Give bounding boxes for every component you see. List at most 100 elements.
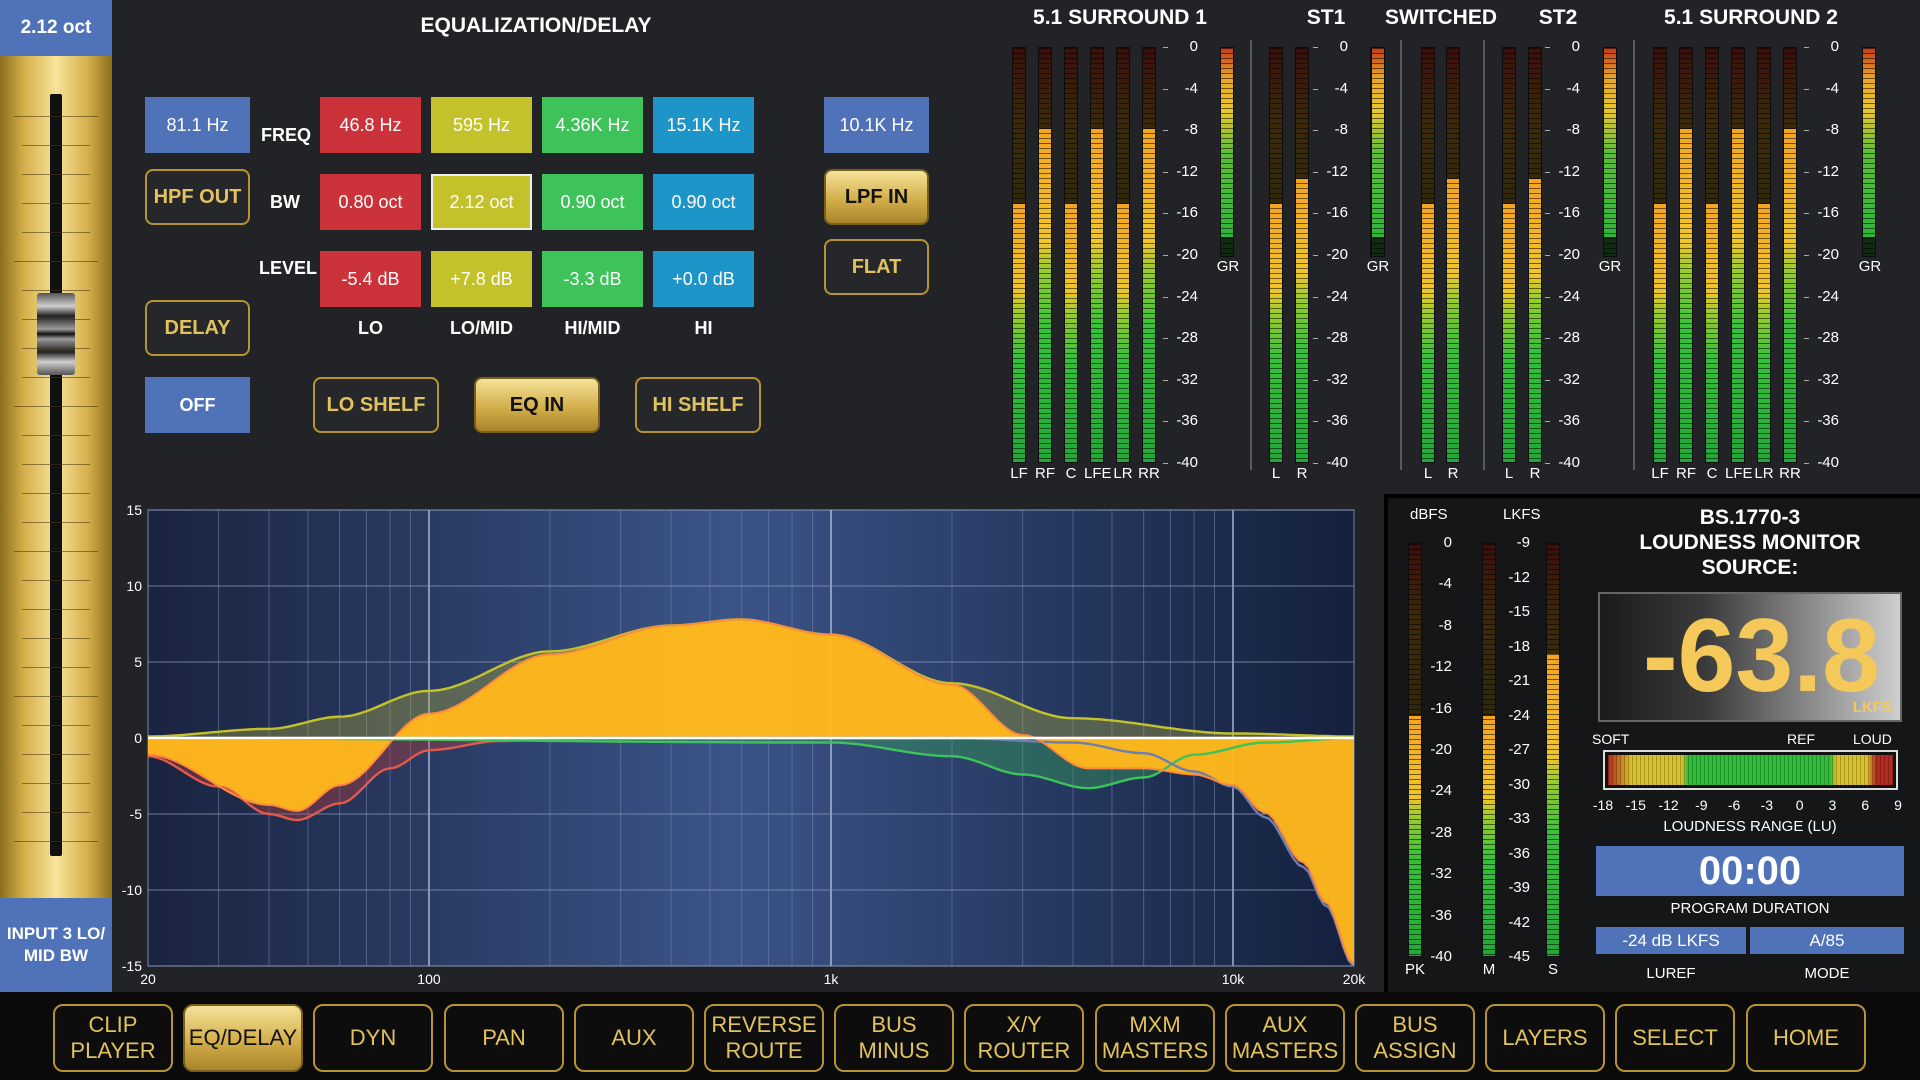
band-name-label: HI <box>694 318 713 338</box>
flat-button[interactable]: FLAT <box>824 239 929 295</box>
fader-tick <box>14 261 98 262</box>
meter-scale-tick <box>1313 338 1318 340</box>
y-tick-label: -15 <box>122 958 142 974</box>
nav-button-x-y-router[interactable]: X/Y ROUTER <box>964 1004 1084 1072</box>
nav-button-layers[interactable]: LAYERS <box>1485 1004 1605 1072</box>
meter-scale-tick <box>1163 130 1168 132</box>
eq-response-graph[interactable]: 15 10 5 0 -5 -10 -15 20 100 1k 10k 20k <box>100 496 1370 992</box>
meter-group-divider <box>1483 40 1485 470</box>
band-level-value[interactable]: +0.0 dB <box>653 251 754 307</box>
meter-segments <box>1654 48 1666 462</box>
nav-button-bus-assign[interactable]: BUS ASSIGN <box>1355 1004 1475 1072</box>
meter-scale-number: -8 <box>1334 121 1348 139</box>
meter-scale-tick <box>1804 421 1809 423</box>
band-level-value[interactable]: +7.8 dB <box>431 251 532 307</box>
band-level-value[interactable]: -3.3 dB <box>542 251 643 307</box>
fader-track[interactable] <box>50 94 62 856</box>
band-bw-value[interactable]: 0.80 oct <box>320 174 421 230</box>
meter-scale-tick <box>1804 255 1809 256</box>
channel-meter-bar <box>1090 47 1104 463</box>
channel-meter-bar <box>1446 47 1460 463</box>
channel-label: LR <box>1113 465 1133 482</box>
channel-label: LFE <box>1084 465 1112 482</box>
nav-button-clip-player[interactable]: CLIP PLAYER <box>53 1004 173 1072</box>
channel-meter-bar <box>1757 47 1771 463</box>
fader-tick <box>14 696 98 697</box>
band-freq-value[interactable]: 46.8 Hz <box>320 97 421 153</box>
band-bw-value[interactable]: 2.12 oct <box>431 174 532 230</box>
nav-button-aux[interactable]: AUX <box>574 1004 694 1072</box>
band-bw-value[interactable]: 0.90 oct <box>542 174 643 230</box>
meter-scale-tick <box>1545 88 1550 90</box>
band-freq-value[interactable]: 4.36K Hz <box>542 97 643 153</box>
nav-button-mxm-masters[interactable]: MXM MASTERS <box>1095 1004 1215 1072</box>
luref-value[interactable]: -24 dB LKFS <box>1596 927 1746 954</box>
meter-scale-number: 0 <box>1339 38 1348 55</box>
fader-tick <box>22 812 90 813</box>
range-scale-number: 3 <box>1828 797 1837 813</box>
lpf-freq-value[interactable]: 10.1K Hz <box>824 97 929 153</box>
dbfs-scale-number: -28 <box>1430 823 1452 841</box>
delay-button[interactable]: DELAY <box>145 300 250 356</box>
x-tick-label: 20 <box>140 971 156 987</box>
meter-scale-number: -24 <box>1326 287 1348 305</box>
dbfs-scale-number: -36 <box>1430 906 1452 924</box>
meter-segments <box>1547 544 1559 956</box>
band-freq-value[interactable]: 595 Hz <box>431 97 532 153</box>
fader-knob[interactable] <box>37 293 75 375</box>
eq-in-button[interactable]: EQ IN <box>474 377 600 433</box>
meter-scale-number: -40 <box>1817 454 1839 471</box>
nav-button-select[interactable]: SELECT <box>1615 1004 1735 1072</box>
meter-scale-number: -16 <box>1326 204 1348 222</box>
band-name-label: LO/MID <box>450 318 513 338</box>
nav-button-reverse-route[interactable]: REVERSE ROUTE <box>704 1004 824 1072</box>
meter-scale-tick <box>1313 130 1318 132</box>
channel-meter-bar <box>1421 47 1435 463</box>
meter-scale-tick <box>1313 379 1318 381</box>
eq-response-chart[interactable]: 15 10 5 0 -5 -10 -1520 100 1k 10k 20k <box>100 496 1370 992</box>
hpf-out-button[interactable]: HPF OUT <box>145 169 250 225</box>
nav-button-eq-delay[interactable]: EQ/DELAY <box>183 1004 303 1072</box>
lpf-in-button[interactable]: LPF IN <box>824 169 929 225</box>
nav-button-aux-masters[interactable]: AUX MASTERS <box>1225 1004 1345 1072</box>
lkfs-scale-number: -36 <box>1508 844 1530 862</box>
m-label: M <box>1482 961 1496 978</box>
fader-tick <box>14 406 98 407</box>
channel-label: L <box>1504 465 1514 482</box>
meter-scale-number: -20 <box>1558 246 1580 263</box>
meter-scale-tick <box>1313 421 1318 423</box>
nav-button-pan[interactable]: PAN <box>444 1004 564 1072</box>
range-loud-label: LOUD <box>1853 731 1892 747</box>
band-level-value[interactable]: -5.4 dB <box>320 251 421 307</box>
delay-state-button[interactable]: OFF <box>145 377 250 433</box>
fader-tick <box>22 145 90 146</box>
meter-segments <box>1784 48 1796 462</box>
meter-scale-tick <box>1545 379 1550 381</box>
meter-scale-number: -24 <box>1817 287 1839 305</box>
nav-button-bus-minus[interactable]: BUS MINUS <box>834 1004 954 1072</box>
channel-label: L <box>1271 465 1281 482</box>
nav-button-home[interactable]: HOME <box>1746 1004 1866 1072</box>
channel-label: LF <box>1010 465 1028 482</box>
channel-meter-bar <box>1012 47 1026 463</box>
mode-value[interactable]: A/85 <box>1750 927 1904 954</box>
meter-scale-number: -4 <box>1825 79 1839 97</box>
hpf-freq-value[interactable]: 81.1 Hz <box>145 97 250 153</box>
meter-scale-number: -20 <box>1817 246 1839 263</box>
meter-group-title: ST1 <box>1306 6 1346 29</box>
band-bw-value[interactable]: 0.90 oct <box>653 174 754 230</box>
nav-button-dyn[interactable]: DYN <box>313 1004 433 1072</box>
meter-segments <box>1447 48 1459 462</box>
channel-label: L <box>1423 465 1433 482</box>
meter-scale-tick <box>1163 255 1168 256</box>
hi-shelf-button[interactable]: HI SHELF <box>635 377 761 433</box>
dbfs-scale-number: -32 <box>1430 865 1452 883</box>
fader-tick <box>22 783 90 784</box>
meter-scale-number: -12 <box>1558 162 1580 180</box>
lo-shelf-button[interactable]: LO SHELF <box>313 377 439 433</box>
band-freq-value[interactable]: 15.1K Hz <box>653 97 754 153</box>
channel-label: R <box>1529 465 1541 482</box>
meter-scale-tick <box>1313 296 1318 298</box>
meter-scale-tick <box>1163 338 1168 340</box>
fader-body[interactable] <box>0 56 112 898</box>
